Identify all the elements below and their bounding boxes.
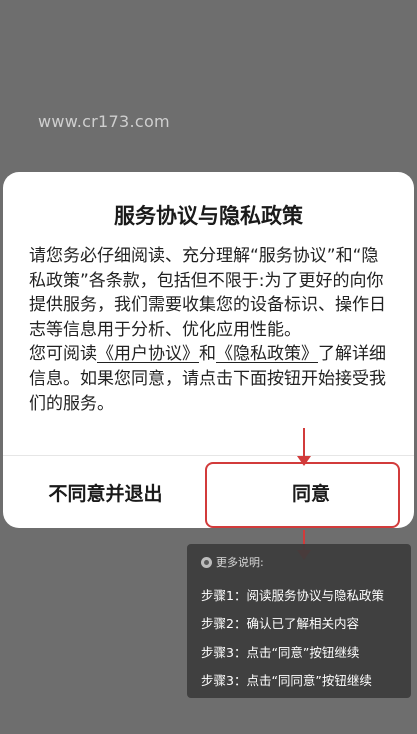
dialog-body: 请您务必仔细阅读、充分理解“服务协议”和“隐私政策”各条款，包括但不限于:为了更… bbox=[29, 244, 392, 416]
instruction-header: 更多说明: bbox=[201, 554, 264, 570]
instruction-step: 步骤1：阅读服务协议与隐私政策 bbox=[201, 588, 384, 603]
instruction-step: 步骤3：点击“同意”按钮继续 bbox=[201, 645, 360, 660]
instruction-step: 步骤2：确认已了解相关内容 bbox=[201, 616, 359, 631]
privacy-policy-link[interactable]: 《隐私政策》 bbox=[216, 344, 318, 364]
instruction-panel: 更多说明: 步骤1：阅读服务协议与隐私政策 步骤2：确认已了解相关内容 步骤3：… bbox=[187, 544, 411, 698]
instruction-step: 步骤3：点击“同同意”按钮继续 bbox=[201, 673, 372, 688]
user-agreement-link[interactable]: 《用户协议》 bbox=[97, 344, 199, 364]
disagree-exit-button[interactable]: 不同意并退出 bbox=[3, 456, 208, 528]
info-icon bbox=[201, 556, 212, 568]
arrow-down-icon bbox=[297, 428, 311, 466]
body-paragraph-1: 请您务必仔细阅读、充分理解“服务协议”和“隐私政策”各条款，包括但不限于:为了更… bbox=[29, 246, 386, 340]
dialog-title: 服务协议与隐私政策 bbox=[114, 204, 303, 228]
watermark-text: www.cr173.com bbox=[38, 112, 170, 131]
agree-highlight-box bbox=[205, 462, 400, 528]
body-paragraph-2: 您可阅读《用户协议》和《隐私政策》了解详细信息。如果您同意，请点击下面按钮开始接… bbox=[29, 342, 392, 416]
instruction-header-label: 更多说明: bbox=[216, 556, 264, 569]
body-p2-prefix: 您可阅读 bbox=[29, 344, 97, 365]
body-p2-and: 和 bbox=[199, 344, 216, 365]
